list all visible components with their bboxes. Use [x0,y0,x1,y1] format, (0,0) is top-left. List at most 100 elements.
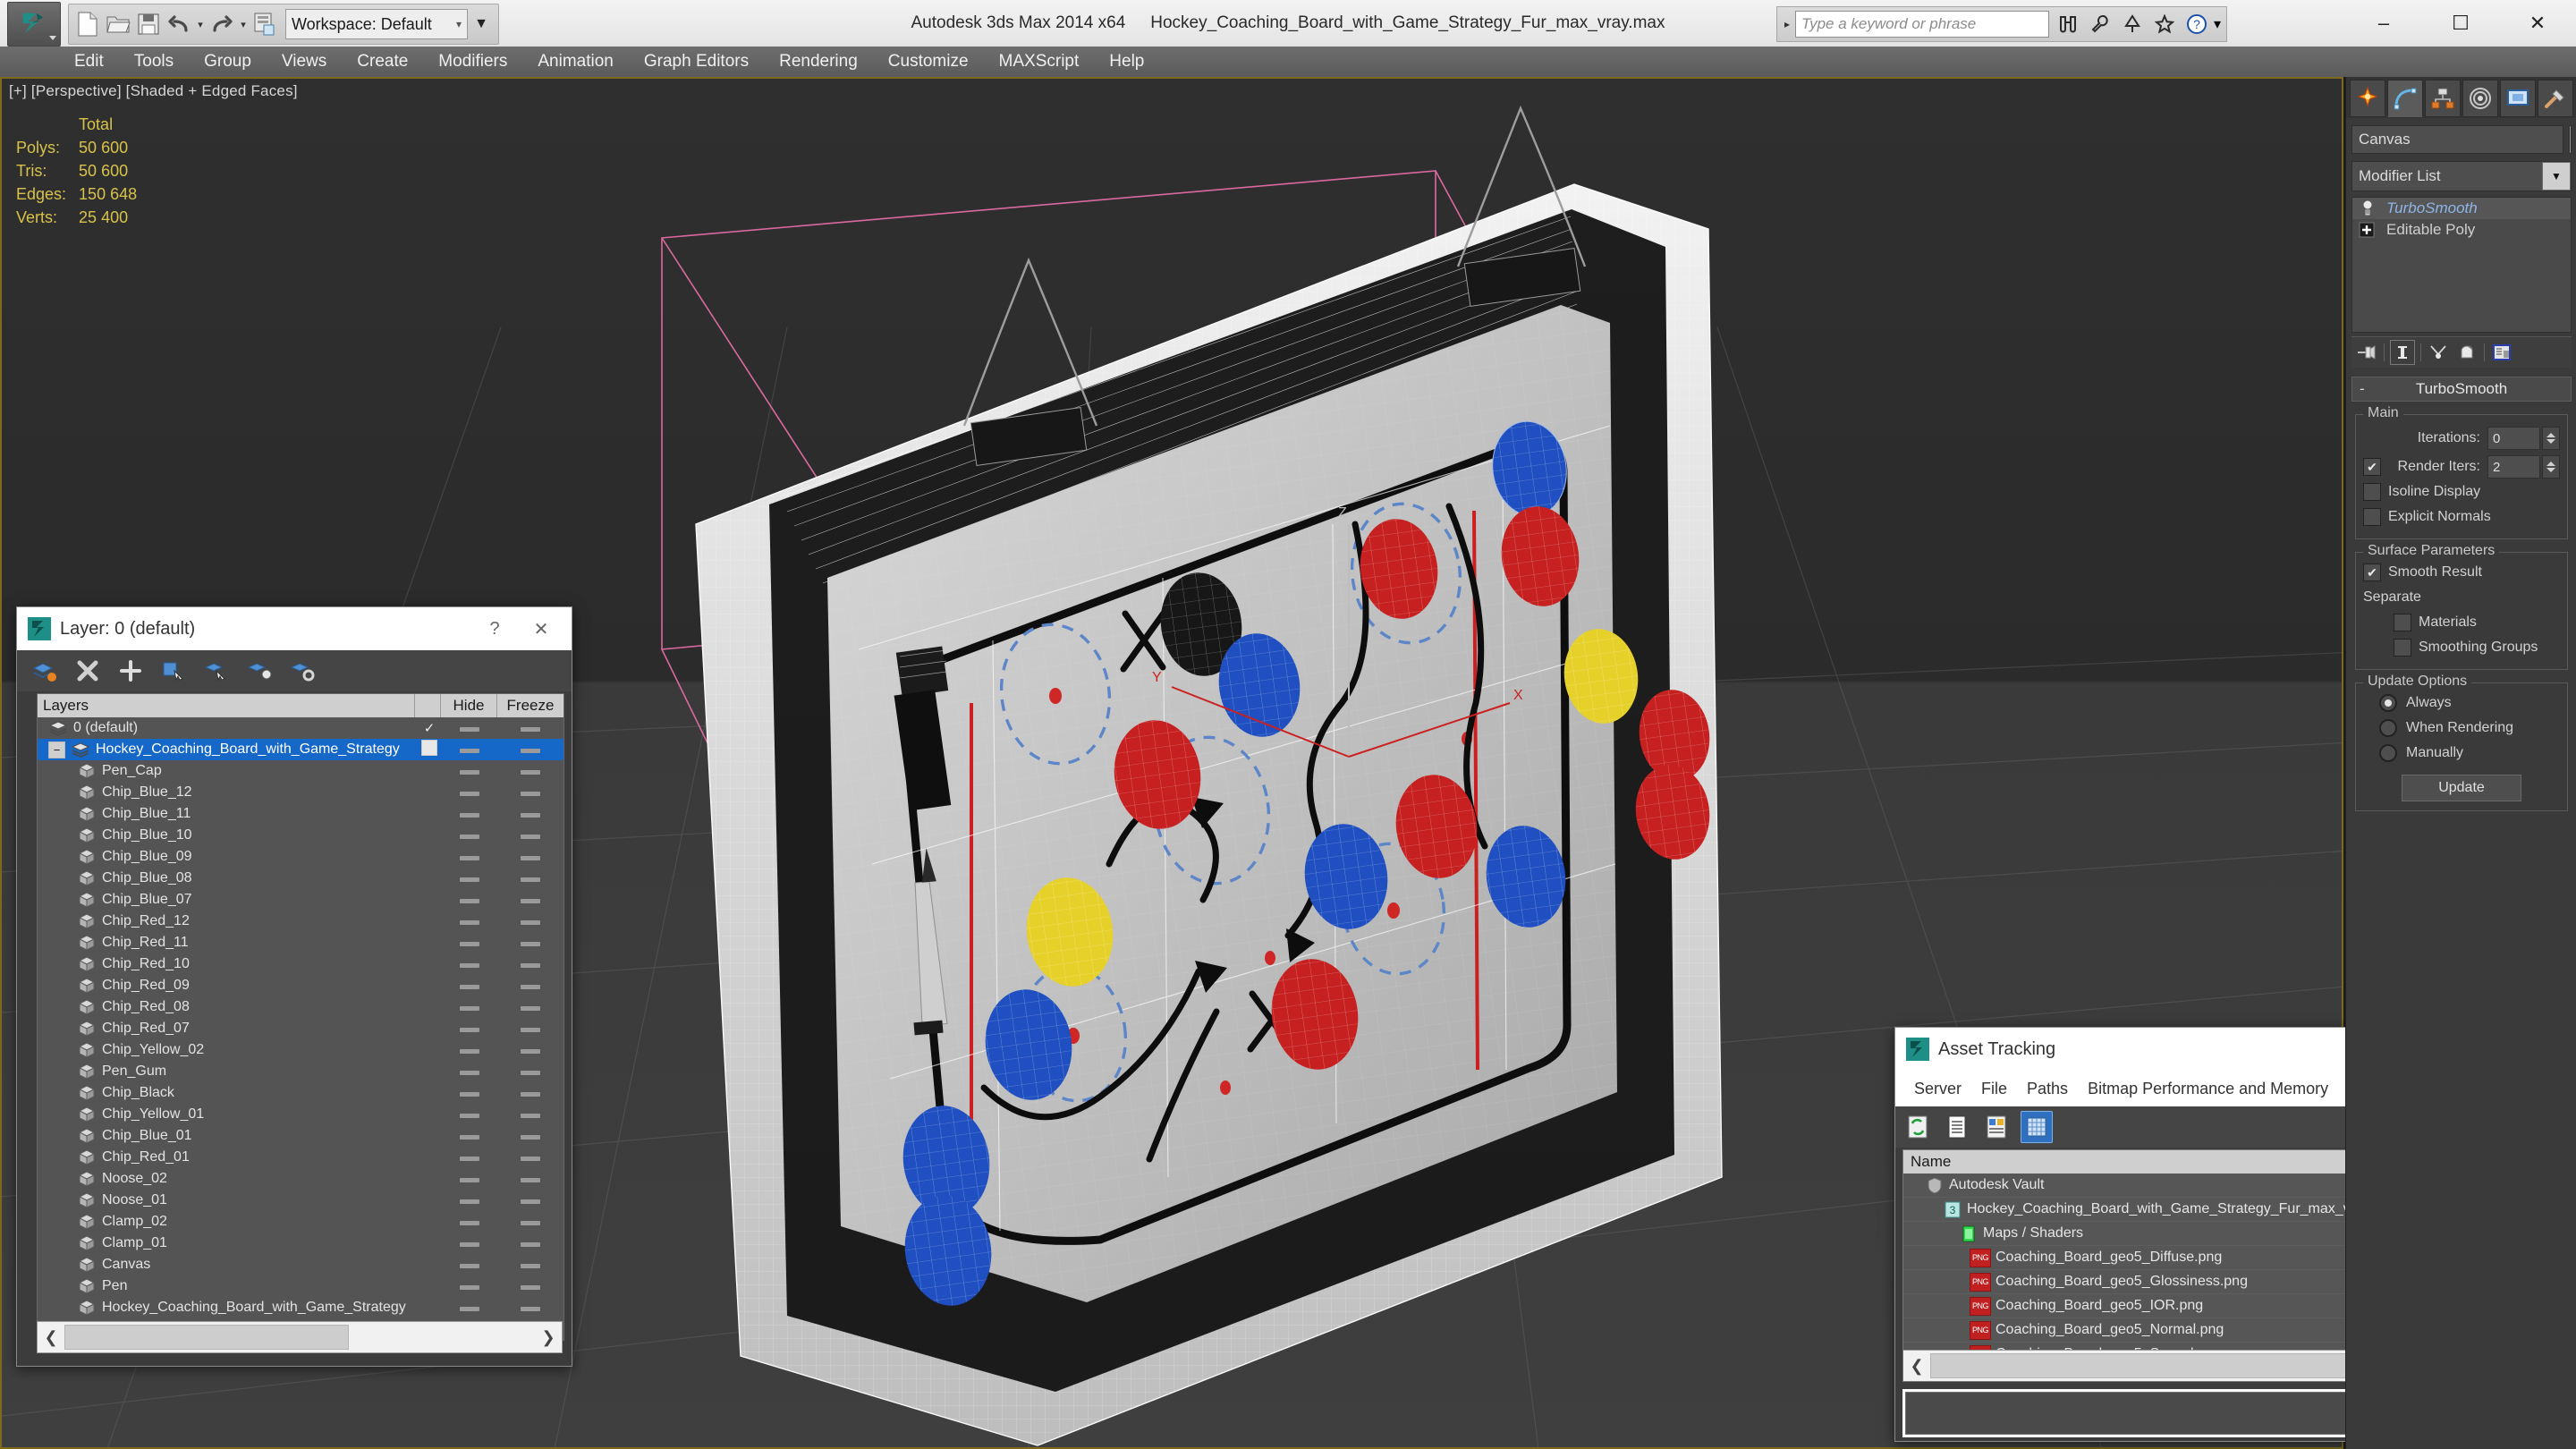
layer-hide-toggle[interactable] [442,1106,497,1123]
layer-row[interactable]: Chip_Red_09 [38,975,564,996]
layer-freeze-toggle[interactable] [497,784,564,801]
layer-hide-toggle[interactable] [442,913,497,929]
layer-freeze-toggle[interactable] [497,1063,564,1080]
layer-row[interactable]: Clamp_02 [38,1211,564,1233]
menu-item-views[interactable]: Views [267,47,342,77]
layer-row[interactable]: Chip_Red_01 [38,1147,564,1168]
layer-freeze-toggle[interactable] [497,806,564,822]
layer-freeze-toggle[interactable] [497,1192,564,1208]
layer-freeze-toggle[interactable] [497,1085,564,1101]
hierarchy-tab[interactable] [2425,80,2461,117]
undo-icon[interactable] [164,8,194,40]
object-name-input[interactable] [2351,125,2563,154]
workspace-menu-icon[interactable]: ▼ [468,8,495,40]
modifier-list-dropdown[interactable]: Modifier List ▼ [2351,161,2572,191]
materials-checkbox[interactable] [2394,614,2411,631]
explicit-normals-checkbox[interactable] [2363,508,2381,526]
always-radio[interactable] [2379,694,2397,712]
layer-hide-toggle[interactable] [442,1192,497,1208]
rollout-header[interactable]: - TurboSmooth [2351,377,2572,402]
app-logo-button[interactable] [7,2,61,47]
menu-item-create[interactable]: Create [342,47,423,77]
layer-row[interactable]: Chip_Blue_01 [38,1125,564,1147]
object-color-swatch[interactable] [2569,125,2572,154]
search-input[interactable] [1794,11,2049,38]
layer-freeze-toggle[interactable] [497,956,564,972]
create-new-layer-icon[interactable] [28,656,62,686]
layer-hide-toggle[interactable] [442,1171,497,1187]
layer-hide-toggle[interactable] [442,1063,497,1080]
layer-freeze-toggle[interactable] [497,1149,564,1165]
layer-freeze-toggle[interactable] [497,1021,564,1037]
always-row[interactable]: Always [2363,691,2560,716]
layer-hide-toggle[interactable] [442,741,497,758]
minimize-button[interactable]: – [2345,0,2422,47]
layer-freeze-toggle[interactable] [497,1257,564,1273]
hscroll-thumb[interactable] [64,1325,350,1350]
layer-hide-toggle[interactable] [442,784,497,801]
asset-hscroll-left-icon[interactable]: ❮ [1903,1357,1930,1376]
add-layer-icon[interactable] [114,656,148,686]
layer-hide-toggle[interactable] [442,1021,497,1037]
layer-row[interactable]: Chip_Blue_09 [38,846,564,868]
isoline-display-checkbox[interactable] [2363,483,2381,501]
show-end-result-icon[interactable] [2390,340,2415,365]
menu-item-tools[interactable]: Tools [119,47,189,77]
asset-menu-server[interactable]: Server [1904,1080,1971,1098]
manually-row[interactable]: Manually [2363,741,2560,766]
layer-freeze-toggle[interactable] [497,1171,564,1187]
layer-row[interactable]: Pen_Cap [38,760,564,782]
menu-item-modifiers[interactable]: Modifiers [423,47,522,77]
layer-hide-toggle[interactable] [442,827,497,843]
menu-item-help[interactable]: Help [1094,47,1159,77]
asset-menu-file[interactable]: File [1971,1080,2017,1098]
modifier-stack[interactable]: TurboSmooth Editable Poly [2351,197,2572,333]
layer-row[interactable]: Clamp_01 [38,1233,564,1254]
layer-row[interactable]: Chip_Red_11 [38,932,564,953]
layer-freeze-toggle[interactable] [497,1042,564,1058]
layer-row[interactable]: Chip_Blue_10 [38,825,564,846]
layer-hide-toggle[interactable] [442,806,497,822]
smoothing-groups-checkbox[interactable] [2394,639,2411,657]
layer-freeze-toggle[interactable] [497,1235,564,1251]
layer-hide-toggle[interactable] [442,1300,497,1316]
layer-row[interactable]: Canvas [38,1254,564,1275]
layer-hide-toggle[interactable] [442,978,497,994]
layer-row[interactable]: Chip_Black [38,1082,564,1104]
layer-hide-toggle[interactable] [442,1214,497,1230]
new-file-icon[interactable] [72,8,103,40]
layer-freeze-toggle[interactable] [497,763,564,779]
layer-row[interactable]: Chip_Yellow_02 [38,1039,564,1061]
select-highlighted-icon[interactable] [199,656,233,686]
layer-row[interactable]: Chip_Blue_08 [38,868,564,889]
smooth-result-row[interactable]: ✔ Smooth Result [2363,560,2560,585]
list-view-icon[interactable] [1942,1112,1972,1142]
detail-view-icon[interactable] [1981,1112,2012,1142]
viewport-label[interactable]: [+] [Perspective] [Shaded + Edged Faces] [9,82,298,100]
save-file-icon[interactable] [133,8,164,40]
layer-freeze-toggle[interactable] [497,741,564,758]
layer-row[interactable]: Noose_01 [38,1190,564,1211]
layer-freeze-toggle[interactable] [497,1214,564,1230]
menu-item-animation[interactable]: Animation [522,47,629,77]
layer-expander-icon[interactable]: − [48,741,65,758]
layer-freeze-toggle[interactable] [497,913,564,929]
layer-hide-toggle[interactable] [442,892,497,908]
layer-row[interactable]: Chip_Red_10 [38,953,564,975]
close-button[interactable]: ✕ [2499,0,2576,47]
layer-freeze-toggle[interactable] [497,870,564,886]
layer-freeze-toggle[interactable] [497,1300,564,1316]
layer-row[interactable]: Chip_Yellow_01 [38,1104,564,1125]
layer-row[interactable]: − Hockey_Coaching_Board_with_Game_Strateg… [38,739,564,760]
configure-sets-icon[interactable] [2490,341,2513,364]
layer-row[interactable]: Chip_Blue_12 [38,782,564,803]
layer-row[interactable]: Chip_Blue_07 [38,889,564,911]
layer-freeze-toggle[interactable] [497,978,564,994]
redo-icon[interactable] [207,8,237,40]
modifier-stack-item[interactable]: Editable Poly [2352,219,2571,241]
when-rendering-row[interactable]: When Rendering [2363,716,2560,741]
undo-dropdown-icon[interactable]: ▾ [194,8,207,40]
smooth-result-checkbox[interactable]: ✔ [2363,564,2381,581]
layer-hide-toggle[interactable] [442,1278,497,1294]
layer-row[interactable]: Chip_Red_08 [38,996,564,1018]
